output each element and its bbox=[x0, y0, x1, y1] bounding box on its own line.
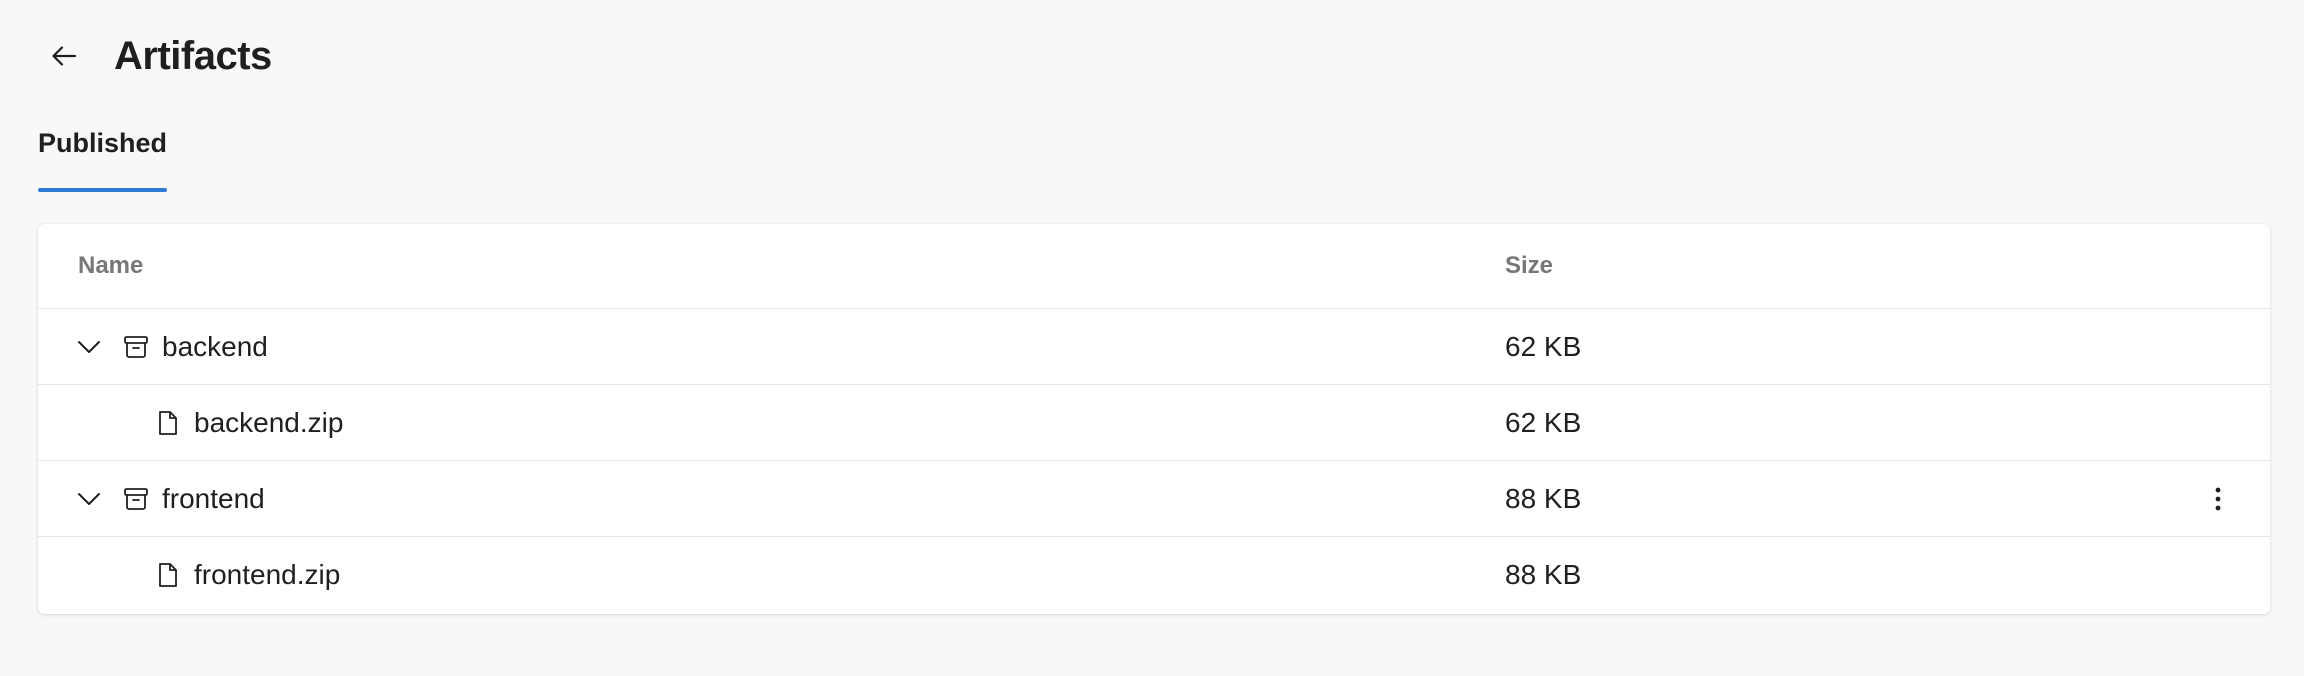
more-vertical-icon bbox=[2215, 487, 2221, 510]
more-actions-button[interactable] bbox=[2198, 479, 2238, 519]
tab-bar: Published bbox=[38, 124, 168, 192]
file-size: 62 KB bbox=[1505, 406, 1582, 438]
back-button[interactable] bbox=[38, 30, 90, 82]
file-name[interactable]: frontend.zip bbox=[194, 559, 340, 591]
artifacts-table: Name Size backend 62 KB backend.zip 62 K… bbox=[38, 224, 2270, 614]
tab-published[interactable]: Published bbox=[38, 124, 168, 192]
file-icon bbox=[159, 562, 177, 587]
page-title: Artifacts bbox=[114, 33, 272, 78]
arrow-left-icon bbox=[52, 46, 77, 66]
chevron-down-icon[interactable] bbox=[74, 332, 104, 362]
column-header-name[interactable]: Name bbox=[78, 252, 143, 280]
table-row[interactable]: backend.zip 62 KB bbox=[38, 385, 2270, 461]
column-header-size[interactable]: Size bbox=[1505, 252, 1553, 280]
table-header: Name Size bbox=[38, 224, 2270, 309]
archive-box-icon bbox=[124, 487, 148, 510]
artifact-size: 88 KB bbox=[1505, 482, 1582, 514]
archive-box-icon bbox=[124, 335, 148, 358]
artifact-size: 62 KB bbox=[1505, 330, 1582, 362]
table-row[interactable]: backend 62 KB bbox=[38, 309, 2270, 385]
chevron-down-icon[interactable] bbox=[74, 484, 104, 514]
file-size: 88 KB bbox=[1505, 558, 1582, 590]
artifact-name[interactable]: backend bbox=[162, 331, 268, 363]
table-row[interactable]: frontend.zip 88 KB bbox=[38, 537, 2270, 612]
file-icon bbox=[159, 410, 177, 435]
file-name[interactable]: backend.zip bbox=[194, 407, 343, 439]
artifact-name[interactable]: frontend bbox=[162, 483, 265, 515]
table-row[interactable]: frontend 88 KB bbox=[38, 461, 2270, 537]
page-header: Artifacts bbox=[38, 28, 272, 84]
artifacts-page: Artifacts Published Name Size backend 62… bbox=[0, 0, 2304, 676]
